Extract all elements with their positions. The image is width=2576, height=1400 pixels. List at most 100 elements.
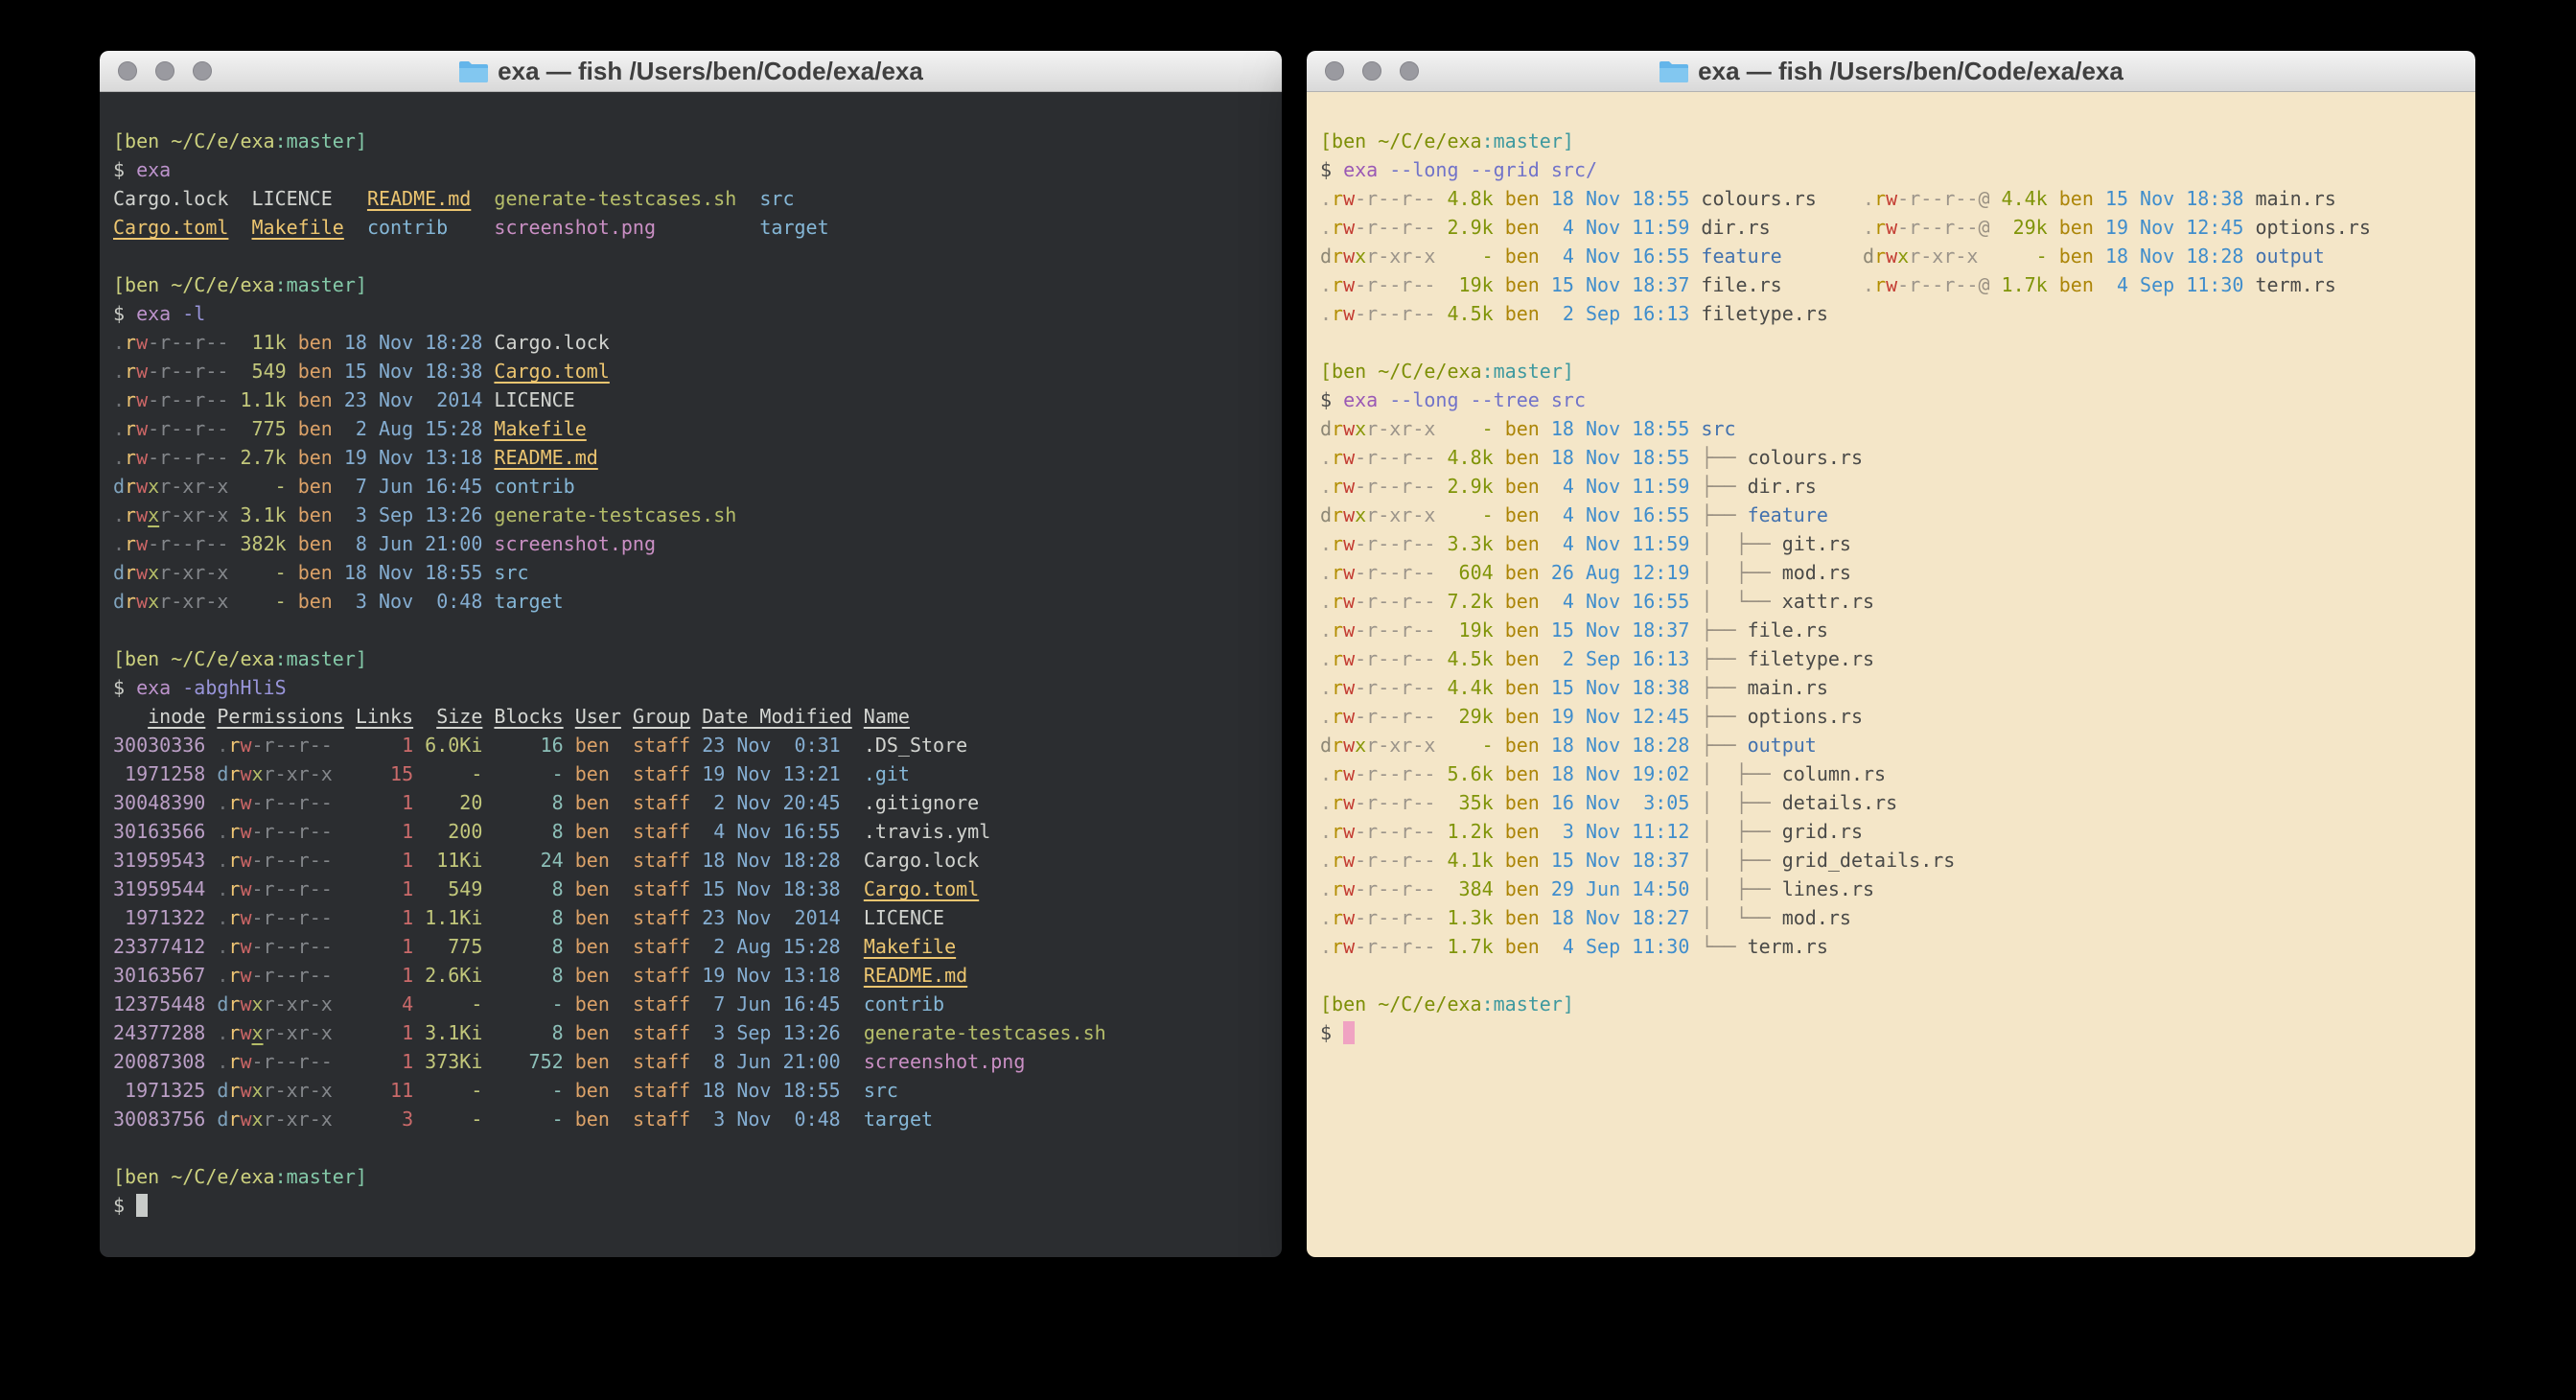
- text-segment: [1435, 417, 1447, 440]
- text-segment: [564, 1050, 575, 1073]
- terminal-line: $: [113, 1191, 1268, 1220]
- text-segment: staff: [633, 1079, 690, 1102]
- text-segment: [1435, 187, 1447, 210]
- text-segment: [413, 734, 425, 757]
- text-segment: 12375448: [113, 992, 205, 1015]
- text-segment: ben: [575, 1108, 610, 1131]
- text-segment: [1689, 561, 1701, 584]
- text-segment: [1689, 791, 1701, 814]
- text-segment: r: [1874, 216, 1886, 239]
- text-segment: .: [1320, 906, 1332, 929]
- text-segment: README.md: [367, 187, 471, 210]
- text-segment: [228, 561, 240, 584]
- left-titlebar[interactable]: exa — fish /Users/ben/Code/exa/exa: [100, 51, 1282, 92]
- text-segment: [482, 417, 494, 440]
- text-segment: staff: [633, 1021, 690, 1044]
- text-segment: staff: [633, 849, 690, 872]
- text-segment: generate-testcases.sh: [494, 503, 736, 526]
- text-segment: r: [1332, 417, 1343, 440]
- text-segment: w: [240, 1079, 251, 1102]
- terminal-line: .rw-r--r-- 2.9k ben 4 Nov 11:59 dir.rs .…: [1320, 213, 2462, 242]
- text-segment: [2243, 245, 2255, 268]
- text-segment: 35k: [1447, 791, 1493, 814]
- text-segment: [1435, 475, 1447, 498]
- text-segment: 23 Nov 2014: [344, 388, 483, 411]
- text-segment: r: [1332, 906, 1343, 929]
- text-segment: r: [125, 590, 136, 613]
- text-segment: d: [1320, 734, 1332, 757]
- text-segment: -r--r--: [1355, 446, 1435, 469]
- text-segment: [610, 1079, 633, 1102]
- terminal-line: 30083756 drwxr-xr-x 3 - - ben staff 3 No…: [113, 1105, 1268, 1133]
- text-segment: generate-testcases.sh: [864, 1021, 1106, 1044]
- text-segment: Permissions: [217, 705, 343, 728]
- text-segment: exa: [136, 676, 171, 699]
- text-segment: r: [228, 935, 240, 958]
- terminal-line: .rw-r--r-- 4.5k ben 2 Sep 16:13 filetype…: [1320, 299, 2462, 328]
- text-segment: mod.rs: [1782, 906, 1851, 929]
- text-segment: [1540, 302, 1551, 325]
- text-segment: staff: [633, 992, 690, 1015]
- text-segment: -r--r--: [1355, 762, 1435, 785]
- terminal-line: .rw-r--r-- 1.7k ben 4 Sep 11:30 └── term…: [1320, 932, 2462, 961]
- text-segment: ben: [298, 331, 333, 354]
- window-title-text: exa — fish /Users/ben/Code/exa/exa: [1698, 57, 2123, 86]
- text-segment: [205, 877, 217, 900]
- text-segment: [482, 532, 494, 555]
- text-segment: [564, 1108, 575, 1131]
- text-segment: screenshot.png: [864, 1050, 1026, 1073]
- text-segment: LICENCE: [864, 906, 944, 929]
- text-segment: -r--r--: [1897, 187, 1978, 210]
- text-segment: staff: [633, 734, 690, 757]
- text-segment: [1689, 273, 1701, 296]
- terminal-line: .rw-r--r-- 4.5k ben 2 Sep 16:13 ├── file…: [1320, 644, 2462, 673]
- text-segment: [2048, 216, 2059, 239]
- text-segment: LICENCE: [252, 187, 333, 210]
- text-segment: [333, 906, 356, 929]
- text-segment: 3.1k: [240, 503, 286, 526]
- text-segment: -r--r--: [1355, 906, 1435, 929]
- text-segment: ben: [575, 1021, 610, 1044]
- text-segment: .travis.yml: [864, 820, 990, 843]
- text-segment: -r--r--: [1355, 647, 1435, 670]
- terminal-line: drwxr-xr-x - ben 18 Nov 18:55 src: [113, 558, 1268, 587]
- text-segment: r-xr-x: [264, 1108, 333, 1131]
- text-segment: [482, 503, 494, 526]
- terminal-line: .rw-r--r-- 1.2k ben 3 Nov 11:12 │ ├── gr…: [1320, 817, 2462, 846]
- text-segment: ben: [1505, 417, 1540, 440]
- text-segment: [1494, 503, 1505, 526]
- text-segment: [482, 849, 494, 872]
- text-segment: [841, 877, 864, 900]
- terminal-line: $ exa: [113, 155, 1268, 184]
- text-segment: [228, 187, 251, 210]
- text-segment: 3: [356, 1108, 413, 1131]
- text-segment: 775: [425, 935, 482, 958]
- text-segment: │ ├──: [1701, 820, 1781, 843]
- text-segment: 19 Nov 12:45: [2105, 216, 2244, 239]
- right-terminal-output[interactable]: [ben ~/C/e/exa:master]$ exa --long --gri…: [1307, 92, 2475, 1257]
- text-segment: [482, 561, 494, 584]
- folder-icon: [1659, 59, 1689, 83]
- text-segment: r: [1332, 561, 1343, 584]
- text-segment: .: [1320, 820, 1332, 843]
- text-segment: ben: [1505, 245, 1540, 268]
- text-segment: [1494, 877, 1505, 900]
- left-terminal-output[interactable]: [ben ~/C/e/exa:master]$ exaCargo.lock LI…: [100, 92, 1282, 1257]
- text-segment: 30030336: [113, 734, 205, 757]
- window-title-text: exa — fish /Users/ben/Code/exa/exa: [498, 57, 923, 86]
- text-segment: 3.1Ki: [425, 1021, 482, 1044]
- text-segment: [333, 532, 344, 555]
- right-titlebar[interactable]: exa — fish /Users/ben/Code/exa/exa: [1307, 51, 2475, 92]
- text-segment: 775: [240, 417, 286, 440]
- text-segment: .: [113, 532, 125, 555]
- text-segment: 4 Nov 16:55: [1551, 245, 1690, 268]
- text-segment: [1540, 475, 1551, 498]
- terminal-line: [113, 616, 1268, 644]
- text-segment: w: [1343, 503, 1355, 526]
- terminal-line: 30048390 .rw-r--r-- 1 20 8 ben staff 2 N…: [113, 788, 1268, 817]
- text-segment: [228, 446, 240, 469]
- text-segment: [482, 1050, 494, 1073]
- text-segment: -r--r--: [1355, 561, 1435, 584]
- text-segment: [482, 992, 494, 1015]
- text-segment: [2243, 187, 2255, 210]
